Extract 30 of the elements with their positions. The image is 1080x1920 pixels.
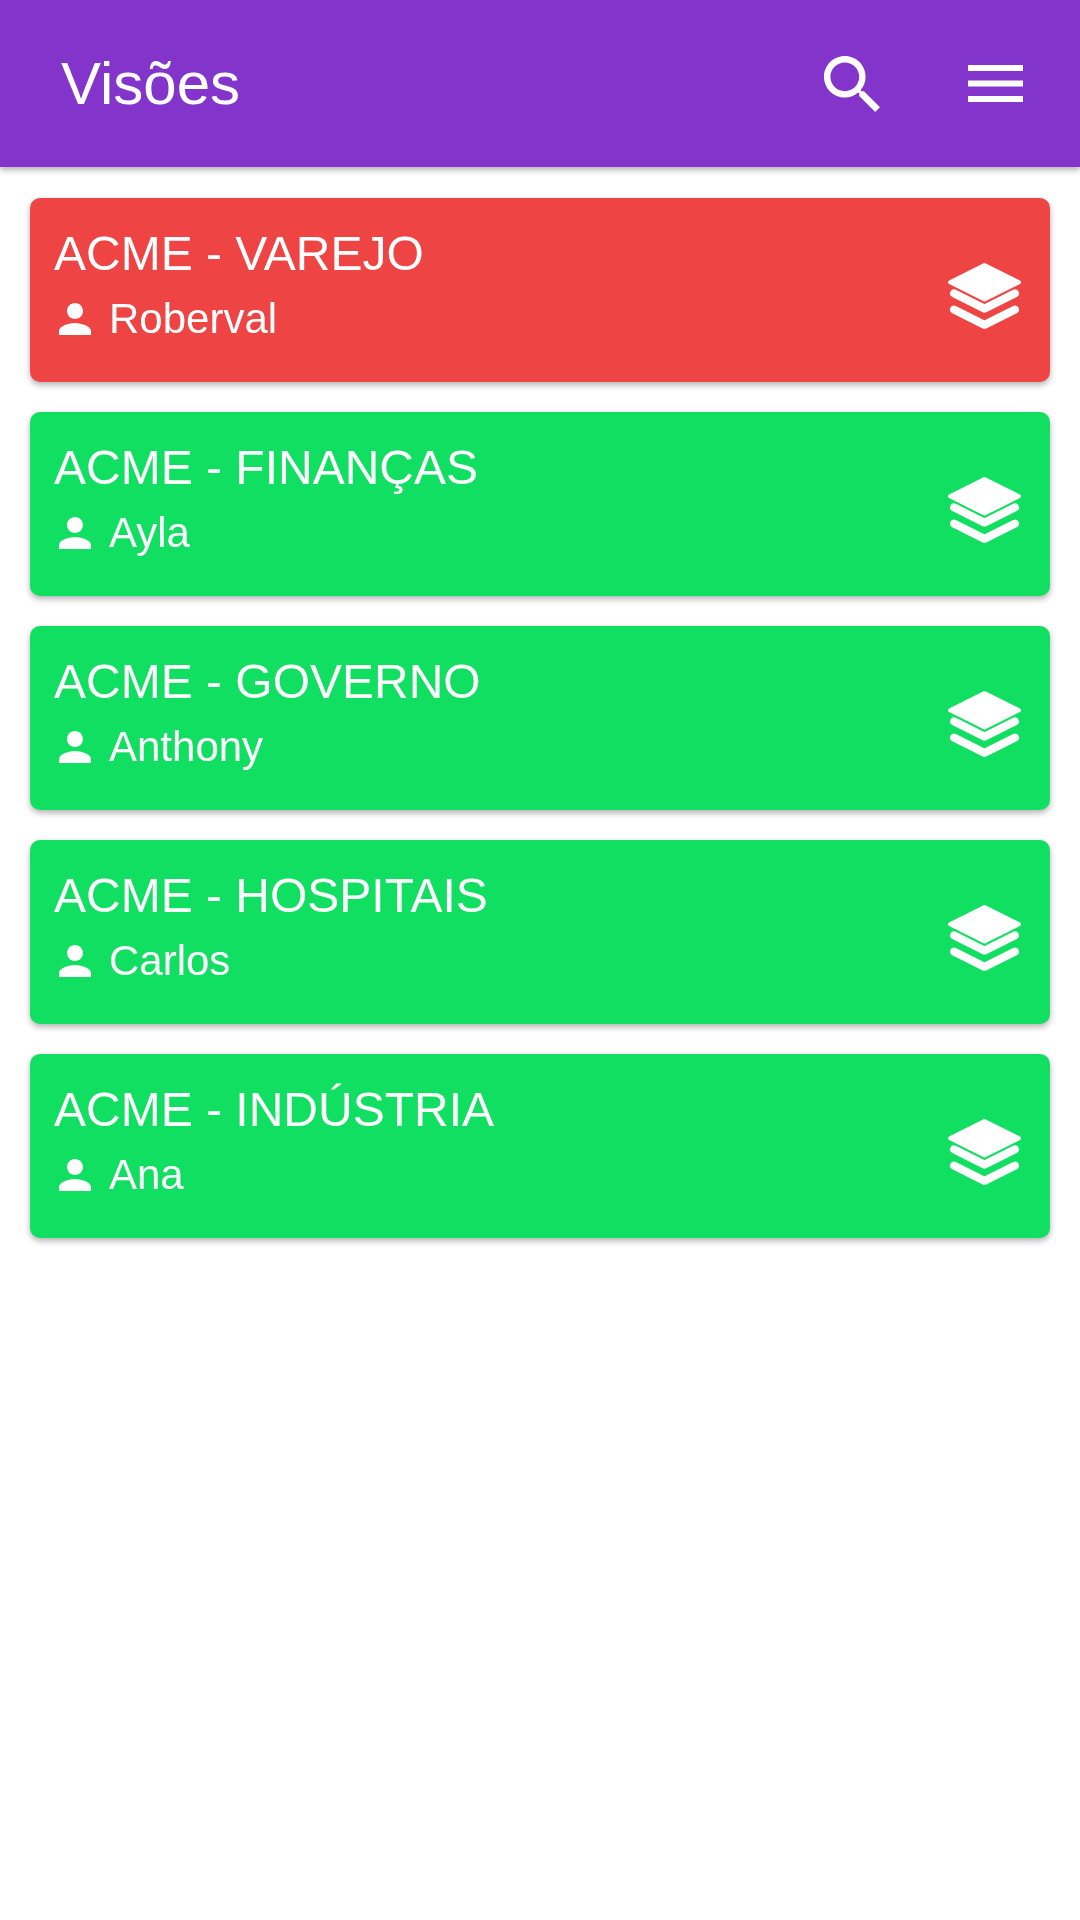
layers-icon <box>948 905 1021 972</box>
layers-icon <box>948 477 1021 544</box>
owner-name: Ana <box>109 1151 184 1199</box>
view-card[interactable]: ACME - INDÚSTRIA Ana <box>30 1054 1050 1238</box>
view-card[interactable]: ACME - FINANÇAS Ayla <box>30 412 1050 596</box>
person-icon <box>59 303 91 335</box>
layers-icon <box>948 1119 1021 1186</box>
search-icon <box>824 55 880 112</box>
layers-icon <box>948 263 1021 330</box>
person-icon <box>59 945 91 977</box>
card-title: ACME - HOSPITAIS <box>54 868 488 923</box>
owner-name: Roberval <box>109 295 278 343</box>
menu-button[interactable] <box>968 65 1023 102</box>
layers-icon <box>948 691 1021 758</box>
card-title: ACME - INDÚSTRIA <box>54 1082 494 1137</box>
view-card[interactable]: ACME - HOSPITAIS Carlos <box>30 840 1050 1024</box>
card-title: ACME - FINANÇAS <box>54 440 479 495</box>
person-icon <box>59 517 91 549</box>
person-icon <box>59 1159 91 1191</box>
view-card[interactable]: ACME - VAREJO Roberval <box>30 198 1050 382</box>
menu-icon <box>968 65 1023 102</box>
owner-name: Anthony <box>109 723 264 771</box>
person-icon <box>59 731 91 763</box>
card-title: ACME - GOVERNO <box>54 654 481 709</box>
app-title: Visões <box>61 48 240 119</box>
owner-name: Ayla <box>109 509 190 557</box>
search-button[interactable] <box>824 55 880 112</box>
owner-name: Carlos <box>109 937 231 985</box>
card-title: ACME - VAREJO <box>54 226 424 281</box>
view-card[interactable]: ACME - GOVERNO Anthony <box>30 626 1050 810</box>
